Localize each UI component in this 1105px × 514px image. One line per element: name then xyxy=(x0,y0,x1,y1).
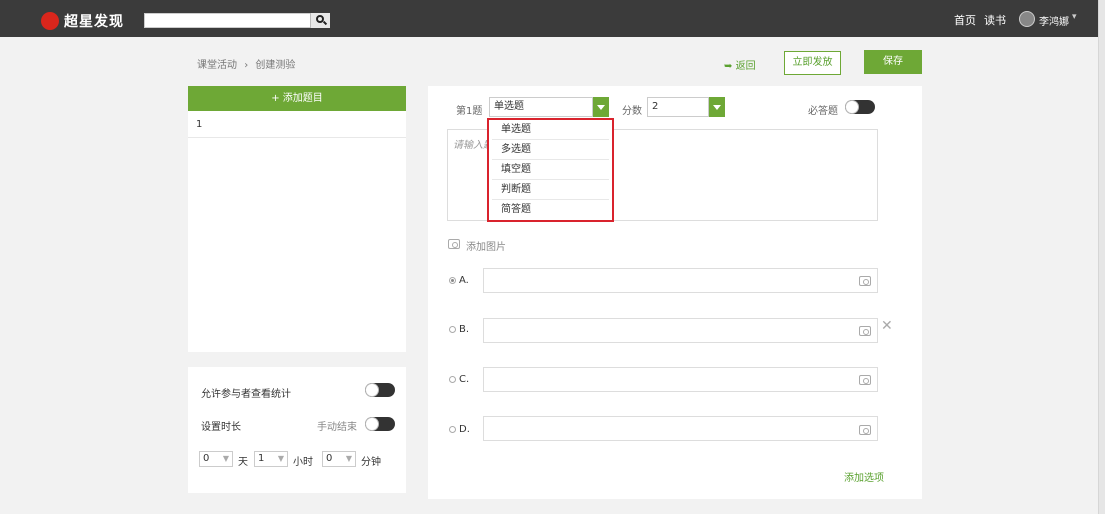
back-link[interactable]: ➥ 返回 xyxy=(724,57,756,72)
question-type-dropdown: 单选题 多选题 填空题 判断题 简答题 xyxy=(487,118,614,222)
add-question-button[interactable]: + 添加题目 xyxy=(188,86,406,111)
option-d-input[interactable] xyxy=(483,416,878,441)
nav-books[interactable]: 读书 xyxy=(984,12,1006,28)
chevron-down-icon[interactable]: ▾ xyxy=(1072,12,1077,22)
option-d-label: D. xyxy=(459,424,470,435)
days-unit: 天 xyxy=(238,457,248,468)
type-option-single[interactable]: 单选题 xyxy=(492,120,609,140)
breadcrumb-separator: › xyxy=(244,60,249,71)
breadcrumb-current: 创建测验 xyxy=(255,60,296,71)
list-item[interactable]: 1 xyxy=(188,111,406,138)
score-select[interactable]: 2 xyxy=(647,97,709,117)
question-list-panel: + 添加题目 1 xyxy=(188,86,406,352)
question-type-select[interactable]: 单选题 xyxy=(489,97,593,117)
top-navbar: 超星发现 首页 读书 李鸿娜 ▾ xyxy=(0,0,1105,37)
chevron-down-icon[interactable] xyxy=(709,97,725,117)
option-a-label: A. xyxy=(459,275,469,286)
back-arrow-icon: ➥ xyxy=(724,61,733,72)
option-b-input[interactable] xyxy=(483,318,878,343)
camera-icon[interactable] xyxy=(859,276,871,286)
question-number: 第1题 xyxy=(456,106,483,117)
add-image-button[interactable]: 添加图片 xyxy=(466,238,506,253)
type-option-multiple[interactable]: 多选题 xyxy=(492,140,609,160)
search-input[interactable] xyxy=(144,13,329,28)
duration-label: 设置时长 xyxy=(201,422,241,433)
user-name[interactable]: 李鸿娜 xyxy=(1039,13,1069,28)
add-option-link[interactable]: 添加选项 xyxy=(844,469,884,484)
camera-icon[interactable] xyxy=(448,239,460,249)
search-button[interactable] xyxy=(310,13,330,28)
page-scrollbar[interactable] xyxy=(1098,0,1105,514)
option-b-radio[interactable] xyxy=(449,326,456,333)
days-select[interactable]: 0 ▼ xyxy=(199,451,233,467)
chevron-down-icon: ▼ xyxy=(345,454,352,463)
hours-select[interactable]: 1 ▼ xyxy=(254,451,288,467)
option-a-input[interactable] xyxy=(483,268,878,293)
chevron-down-icon: ▼ xyxy=(277,454,284,463)
logo-icon[interactable] xyxy=(41,12,59,30)
option-c-radio[interactable] xyxy=(449,376,456,383)
camera-icon[interactable] xyxy=(859,375,871,385)
required-toggle[interactable] xyxy=(845,100,875,114)
avatar[interactable] xyxy=(1019,11,1035,27)
minutes-unit: 分钟 xyxy=(361,457,381,468)
manual-end-toggle[interactable] xyxy=(365,417,395,431)
type-option-judge[interactable]: 判断题 xyxy=(492,180,609,200)
option-c-label: C. xyxy=(459,374,470,385)
breadcrumb-parent[interactable]: 课堂活动 xyxy=(197,60,237,71)
option-b-label: B. xyxy=(459,324,470,335)
type-option-short[interactable]: 简答题 xyxy=(492,200,609,220)
minutes-select[interactable]: 0 ▼ xyxy=(322,451,356,467)
chevron-down-icon: ▼ xyxy=(222,454,229,463)
breadcrumb: 课堂活动 › 创建测验 xyxy=(197,56,295,71)
allow-stats-toggle[interactable] xyxy=(365,383,395,397)
logo-text[interactable]: 超星发现 xyxy=(64,11,124,31)
camera-icon[interactable] xyxy=(859,425,871,435)
option-a-radio[interactable] xyxy=(449,277,456,284)
close-icon[interactable]: ✕ xyxy=(881,318,893,334)
option-d-radio[interactable] xyxy=(449,426,456,433)
chevron-down-icon[interactable] xyxy=(593,97,609,117)
score-label: 分数 xyxy=(622,106,642,117)
nav-home[interactable]: 首页 xyxy=(954,12,976,28)
manual-end-label: 手动结束 xyxy=(317,422,357,433)
hours-unit: 小时 xyxy=(293,457,313,468)
publish-button[interactable]: 立即发放 xyxy=(784,51,841,75)
settings-panel: 允许参与者查看统计 设置时长 手动结束 0 ▼ 天 1 ▼ 小时 0 ▼ 分钟 xyxy=(188,367,406,493)
option-c-input[interactable] xyxy=(483,367,878,392)
type-option-fill[interactable]: 填空题 xyxy=(492,160,609,180)
allow-stats-label: 允许参与者查看统计 xyxy=(201,389,291,400)
camera-icon[interactable] xyxy=(859,326,871,336)
save-button[interactable]: 保存 xyxy=(864,50,922,74)
required-label: 必答题 xyxy=(808,106,838,117)
